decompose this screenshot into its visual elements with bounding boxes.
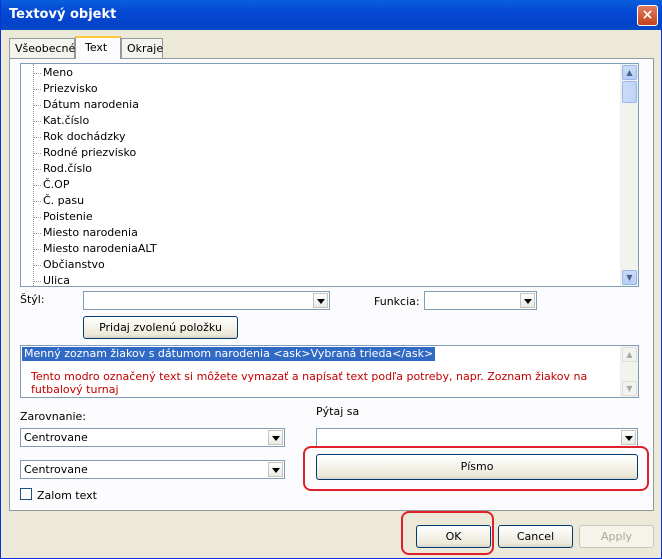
chevron-down-icon[interactable] xyxy=(268,430,283,445)
tree-connector xyxy=(33,121,41,122)
apply-button[interactable]: Apply xyxy=(579,525,654,548)
alignment-select-2[interactable]: Centrovane xyxy=(20,460,285,479)
list-item[interactable]: Rok dochádzky xyxy=(43,129,125,145)
tree-connector xyxy=(33,169,41,170)
ok-button-highlight xyxy=(401,511,494,555)
chevron-down-icon[interactable] xyxy=(520,293,535,308)
chevron-down-icon[interactable] xyxy=(268,462,283,477)
alignment-label: Zarovnanie: xyxy=(20,410,87,423)
tree-connector xyxy=(33,153,41,154)
text-editor[interactable]: Menný zoznam žiakov s dátumom narodenia … xyxy=(20,345,639,398)
tree-connector xyxy=(33,281,41,282)
list-scrollbar[interactable]: ▲ ▼ xyxy=(620,64,638,286)
alignment-value-1: Centrovane xyxy=(24,431,88,444)
dialog-window: Textový objekt × Všeobecné Text Okraje M… xyxy=(0,0,662,559)
tree-connector xyxy=(33,89,41,90)
cancel-button[interactable]: Cancel xyxy=(498,525,573,548)
field-list[interactable]: Meno Priezvisko Dátum narodenia Kat.číslo Ro… xyxy=(20,63,639,287)
ask-label: Pýtaj sa xyxy=(316,405,360,418)
tree-connector xyxy=(33,137,41,138)
function-select[interactable] xyxy=(424,291,537,310)
scroll-down-icon[interactable]: ▼ xyxy=(622,381,637,396)
scroll-thumb[interactable] xyxy=(622,81,637,103)
tab-text[interactable]: Text xyxy=(75,36,121,59)
scroll-up-icon[interactable]: ▲ xyxy=(622,65,637,80)
list-item[interactable]: Občianstvo xyxy=(43,257,105,273)
tree-connector xyxy=(33,217,41,218)
list-item[interactable]: Priezvisko xyxy=(43,81,98,97)
selected-text[interactable]: Menný zoznam žiakov s dátumom narodenia … xyxy=(22,347,436,361)
tree-connector xyxy=(33,73,41,74)
list-item[interactable]: Kat.číslo xyxy=(43,113,89,129)
style-label: Štýl: xyxy=(20,293,45,306)
font-button-highlight xyxy=(303,446,649,491)
scroll-down-icon[interactable]: ▼ xyxy=(622,270,637,285)
list-item[interactable]: Rod.číslo xyxy=(43,161,92,177)
list-item[interactable]: Miesto narodeniaALT xyxy=(43,241,157,257)
hint-text: Tento modro označený text si môžete vyma… xyxy=(31,370,588,396)
wrap-text-checkbox[interactable] xyxy=(20,488,32,500)
list-item[interactable]: Č. pasu xyxy=(43,193,84,209)
alignment-select-1[interactable]: Centrovane xyxy=(20,428,285,447)
chevron-down-icon[interactable] xyxy=(313,293,328,308)
list-item[interactable]: Rodné priezvisko xyxy=(43,145,136,161)
chevron-down-icon[interactable] xyxy=(621,430,636,445)
tree-connector xyxy=(33,265,41,266)
window-title: Textový objekt xyxy=(9,7,117,22)
alignment-value-2: Centrovane xyxy=(24,463,88,476)
tree-connector xyxy=(33,105,41,106)
scroll-up-icon[interactable]: ▲ xyxy=(622,347,637,362)
tab-okraje[interactable]: Okraje xyxy=(121,38,163,58)
function-label: Funkcia: xyxy=(374,295,420,308)
tree-connector xyxy=(33,201,41,202)
tree-connector xyxy=(33,233,41,234)
tree-connector xyxy=(33,185,41,186)
ask-select[interactable] xyxy=(316,428,638,447)
tab-vseobecne[interactable]: Všeobecné xyxy=(9,38,75,58)
close-button[interactable]: × xyxy=(637,5,658,26)
tree-connector xyxy=(33,249,41,250)
title-bar[interactable]: Textový objekt × xyxy=(1,0,662,30)
wrap-text-label: Zalom text xyxy=(37,489,97,502)
add-item-button[interactable]: Pridaj zvolenú položku xyxy=(83,316,238,339)
tree-guide-line xyxy=(33,64,34,286)
list-item[interactable]: Ulica xyxy=(43,273,70,286)
list-item[interactable]: Miesto narodenia xyxy=(43,225,138,241)
list-item[interactable]: Poistenie xyxy=(43,209,93,225)
text-scrollbar[interactable]: ▲ ▼ xyxy=(620,346,638,397)
list-item[interactable]: Dátum narodenia xyxy=(43,97,139,113)
style-select[interactable] xyxy=(83,291,330,310)
list-item[interactable]: Č.OP xyxy=(43,177,69,193)
list-item[interactable]: Meno xyxy=(43,65,73,81)
